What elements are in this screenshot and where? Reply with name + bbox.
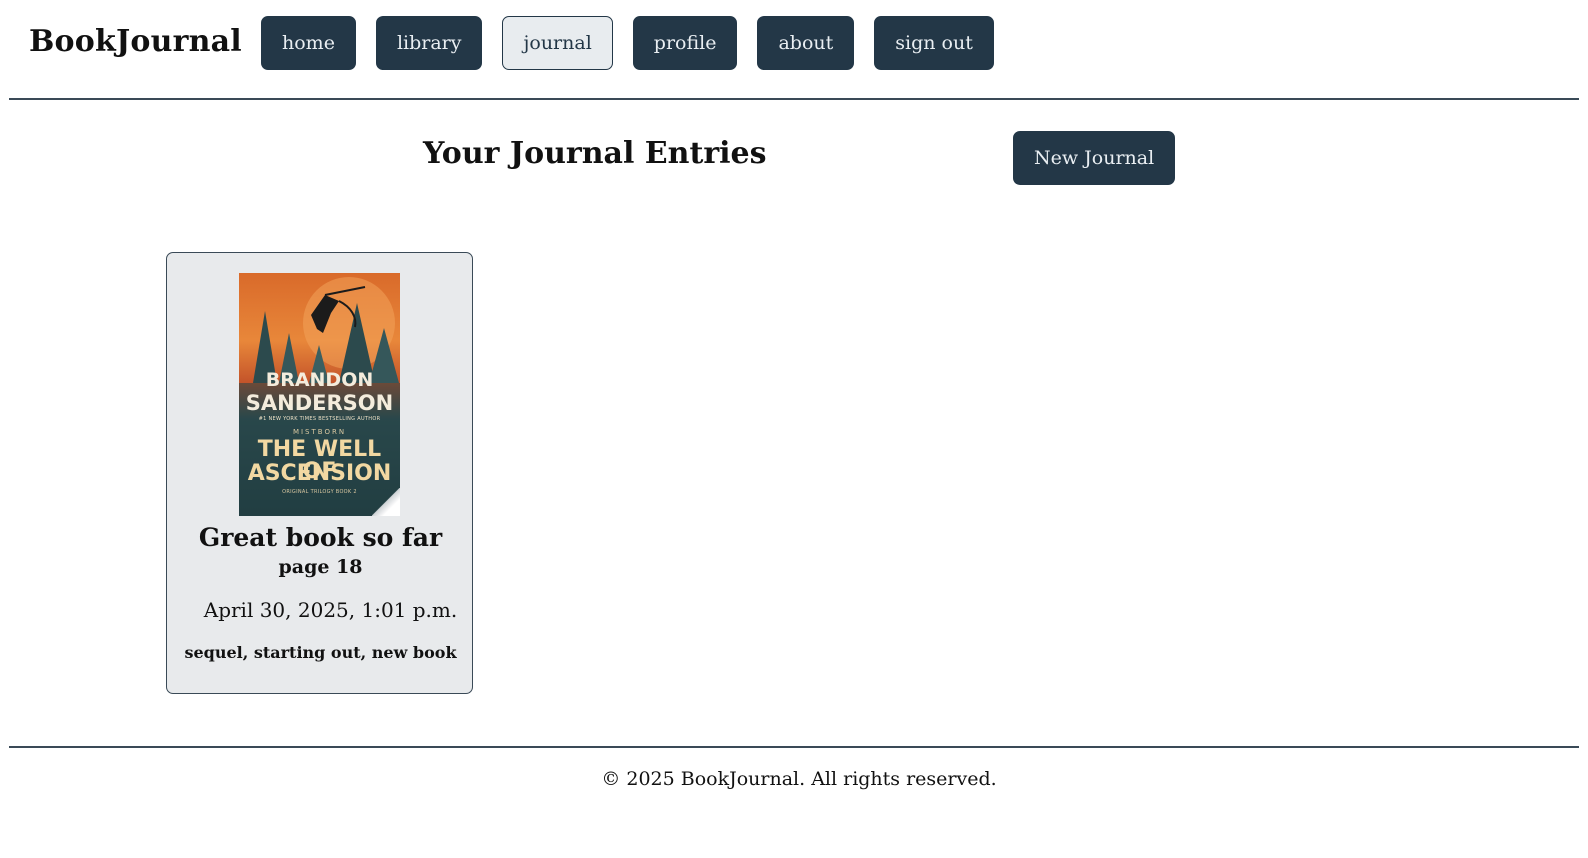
entry-title: Great book so far [198,523,443,552]
page-curl-icon [372,488,400,516]
cover-title-line-2: ASCENSION [247,461,392,486]
nav-home-button[interactable]: home [261,16,356,70]
cover-author-line-2: SANDERSON [245,391,394,415]
nav-library-button[interactable]: library [375,16,483,70]
page-title: Your Journal Entries [423,136,767,171]
journal-entry-card[interactable]: BRANDON SANDERSON #1 NEW YORK TIMES BEST… [166,252,473,694]
nav-journal-button[interactable]: journal [502,16,613,70]
site-header: BookJournal home library journal profile… [9,0,1579,100]
page: BookJournal home library journal profile… [0,0,1588,858]
entry-date: April 30, 2025, 1:01 p.m. [203,598,458,622]
nav-sign-out-button[interactable]: sign out [874,16,994,70]
brand-logo[interactable]: BookJournal [29,24,242,59]
entry-page: page 18 [278,556,363,578]
cover-author-line-1: BRANDON [265,369,374,391]
entry-tags: sequel, starting out, new book [184,643,457,662]
new-journal-button[interactable]: New Journal [1013,131,1176,185]
cover-tagline: #1 NEW YORK TIMES BESTSELLING AUTHOR [258,416,381,422]
nav-profile-button[interactable]: profile [632,16,738,70]
footer-copyright: © 2025 BookJournal. All rights reserved. [601,768,997,790]
main-nav: home library journal profile about sign … [261,16,994,70]
footer-divider [9,746,1579,748]
cover-series: MISTBORN [292,428,347,436]
book-cover-image[interactable]: BRANDON SANDERSON #1 NEW YORK TIMES BEST… [239,273,400,516]
nav-about-button[interactable]: about [757,16,855,70]
